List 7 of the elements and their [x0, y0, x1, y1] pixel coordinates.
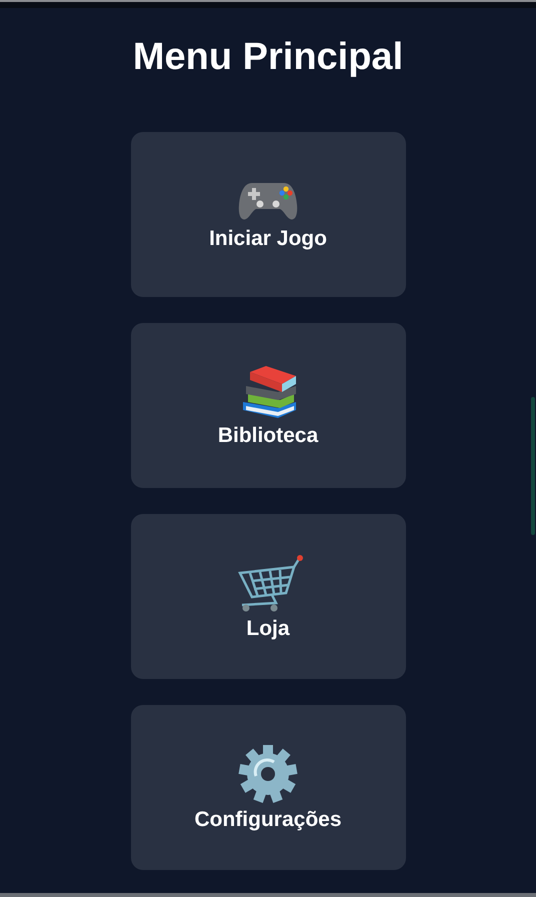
page-title: Menu Principal: [132, 35, 404, 80]
menu-card[interactable]: Loja: [130, 514, 406, 679]
menu-card[interactable]: Configurações: [130, 705, 406, 870]
menu-card[interactable]: Biblioteca: [130, 323, 406, 488]
gear-icon: [238, 744, 298, 804]
menu-card[interactable]: Iniciar Jogo: [130, 132, 406, 297]
scrollbar[interactable]: [531, 397, 535, 535]
